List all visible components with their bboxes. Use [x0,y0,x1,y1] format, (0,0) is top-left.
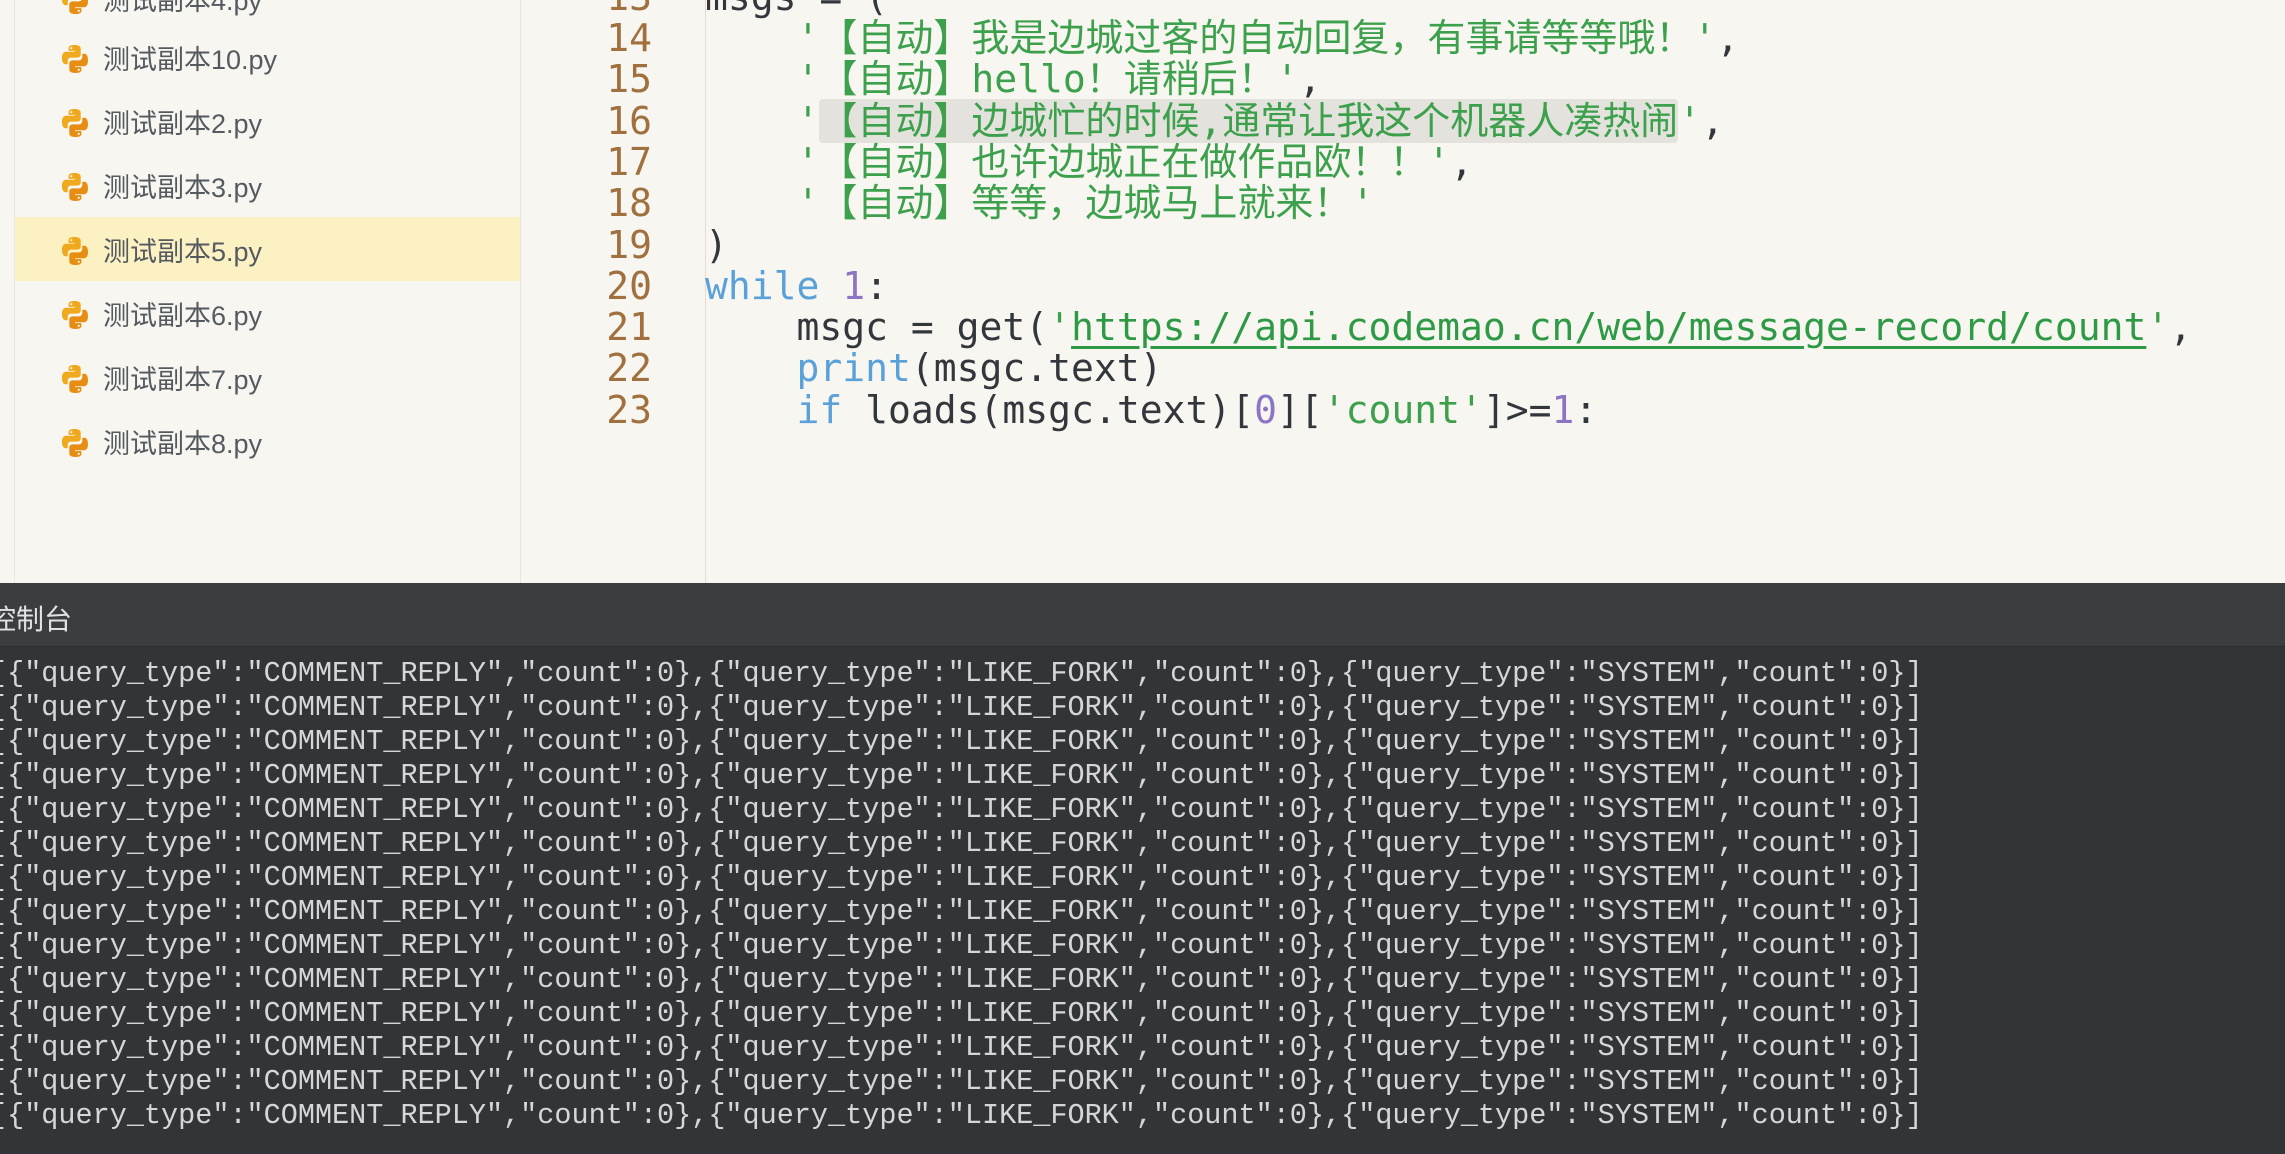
code-text: if loads(msgc.text)[0]['count']>=1: [796,388,1598,432]
code-editor[interactable]: 13msgs = (14 '【自动】我是边城过客的自动回复，有事请等等哦！',1… [522,0,2285,583]
console-output-line: [{"query_type":"COMMENT_REPLY","count":0… [0,725,1923,758]
console-output-line: [{"query_type":"COMMENT_REPLY","count":0… [0,691,1923,724]
file-name: 测试副本5.py [103,236,263,267]
python-icon [62,109,88,137]
console-output-line: [{"query_type":"COMMENT_REPLY","count":0… [0,1065,1923,1098]
console-output-line: [{"query_type":"COMMENT_REPLY","count":0… [0,827,1923,860]
file-item[interactable]: 测试副本6.py [15,281,520,345]
console-output-line: [{"query_type":"COMMENT_REPLY","count":0… [0,997,1923,1030]
python-icon [62,173,88,201]
file-name: 测试副本10.py [103,44,278,75]
file-name: 测试副本2.py [103,108,263,139]
python-icon [62,0,88,14]
console-output-line: [{"query_type":"COMMENT_REPLY","count":0… [0,759,1923,792]
console-header: 控制台 [0,583,2285,647]
console-title: 控制台 [0,604,73,635]
file-item[interactable]: 测试副本8.py [15,409,520,473]
file-tree-sidebar: 测试副本4.py 测试副本10.py 测试副本2.py 测试副本3.py 测试副… [0,0,521,583]
console-output-line: [{"query_type":"COMMENT_REPLY","count":0… [0,793,1923,826]
console-output-line: [{"query_type":"COMMENT_REPLY","count":0… [0,963,1923,996]
console-output-line: [{"query_type":"COMMENT_REPLY","count":0… [0,861,1923,894]
python-icon [62,301,88,329]
file-item[interactable]: 测试副本10.py [15,25,520,89]
console-output-line: [{"query_type":"COMMENT_REPLY","count":0… [0,895,1923,928]
file-name: 测试副本7.py [103,364,263,395]
python-icon [62,45,88,73]
console-output-line: [{"query_type":"COMMENT_REPLY","count":0… [0,657,1923,690]
console-output[interactable]: [{"query_type":"COMMENT_REPLY","count":0… [0,657,2285,1133]
python-icon [62,237,88,265]
console-output-line: [{"query_type":"COMMENT_REPLY","count":0… [0,929,1923,962]
file-name: 测试副本8.py [103,428,263,459]
console-panel: 控制台 [{"query_type":"COMMENT_REPLY","coun… [0,583,2285,1154]
line-number: 23 [606,388,652,432]
file-item[interactable]: 测试副本2.py [15,89,520,153]
file-name: 测试副本4.py [103,0,263,16]
code-line[interactable]: 23 if loads(msgc.text)[0]['count']>=1: [522,380,2285,440]
file-item[interactable]: 测试副本3.py [15,153,520,217]
python-icon [62,429,88,457]
file-name: 测试副本3.py [103,172,263,203]
console-output-line: [{"query_type":"COMMENT_REPLY","count":0… [0,1031,1923,1064]
file-item[interactable]: 测试副本7.py [15,345,520,409]
file-item-selected[interactable]: 测试副本5.py [15,217,520,281]
file-name: 测试副本6.py [103,300,263,331]
python-icon [62,365,88,393]
console-output-line: [{"query_type":"COMMENT_REPLY","count":0… [0,1099,1923,1132]
